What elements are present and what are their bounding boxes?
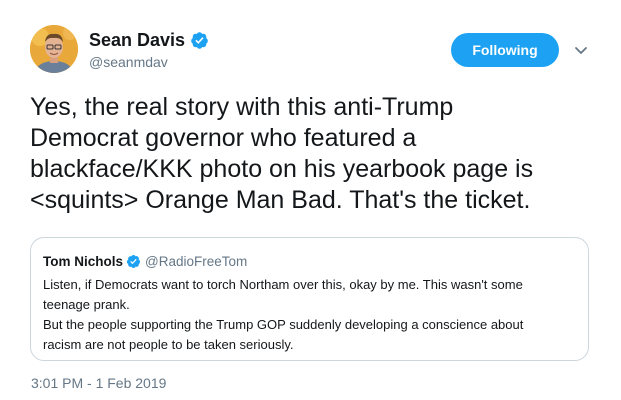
quoted-author-name: Tom Nichols: [43, 253, 124, 269]
quoted-verified-badge-icon: [126, 254, 141, 269]
chevron-down-icon[interactable]: [571, 40, 591, 60]
tweet-timestamp[interactable]: 3:01 PM - 1 Feb 2019: [31, 375, 166, 391]
verified-badge-icon: [190, 31, 209, 50]
author-handle[interactable]: @seanmdav: [89, 54, 168, 70]
author-name-row: Sean Davis: [89, 29, 209, 51]
quoted-tweet-header: Tom Nichols @RadioFreeTom: [43, 252, 576, 270]
avatar-photo-icon: [30, 25, 78, 73]
following-button[interactable]: Following: [451, 33, 559, 67]
tweet-text: Yes, the real story with this anti-Trump…: [30, 93, 534, 214]
quoted-tweet-text: Listen, if Democrats want to torch North…: [43, 277, 524, 352]
tweet-card: Sean Davis @seanmdav Following Yes, the …: [0, 0, 621, 400]
quoted-tweet[interactable]: Tom Nichols @RadioFreeTom Listen, if Dem…: [30, 237, 589, 361]
avatar[interactable]: [30, 25, 78, 73]
quoted-author-handle: @RadioFreeTom: [145, 253, 248, 269]
author-name[interactable]: Sean Davis: [89, 30, 185, 51]
